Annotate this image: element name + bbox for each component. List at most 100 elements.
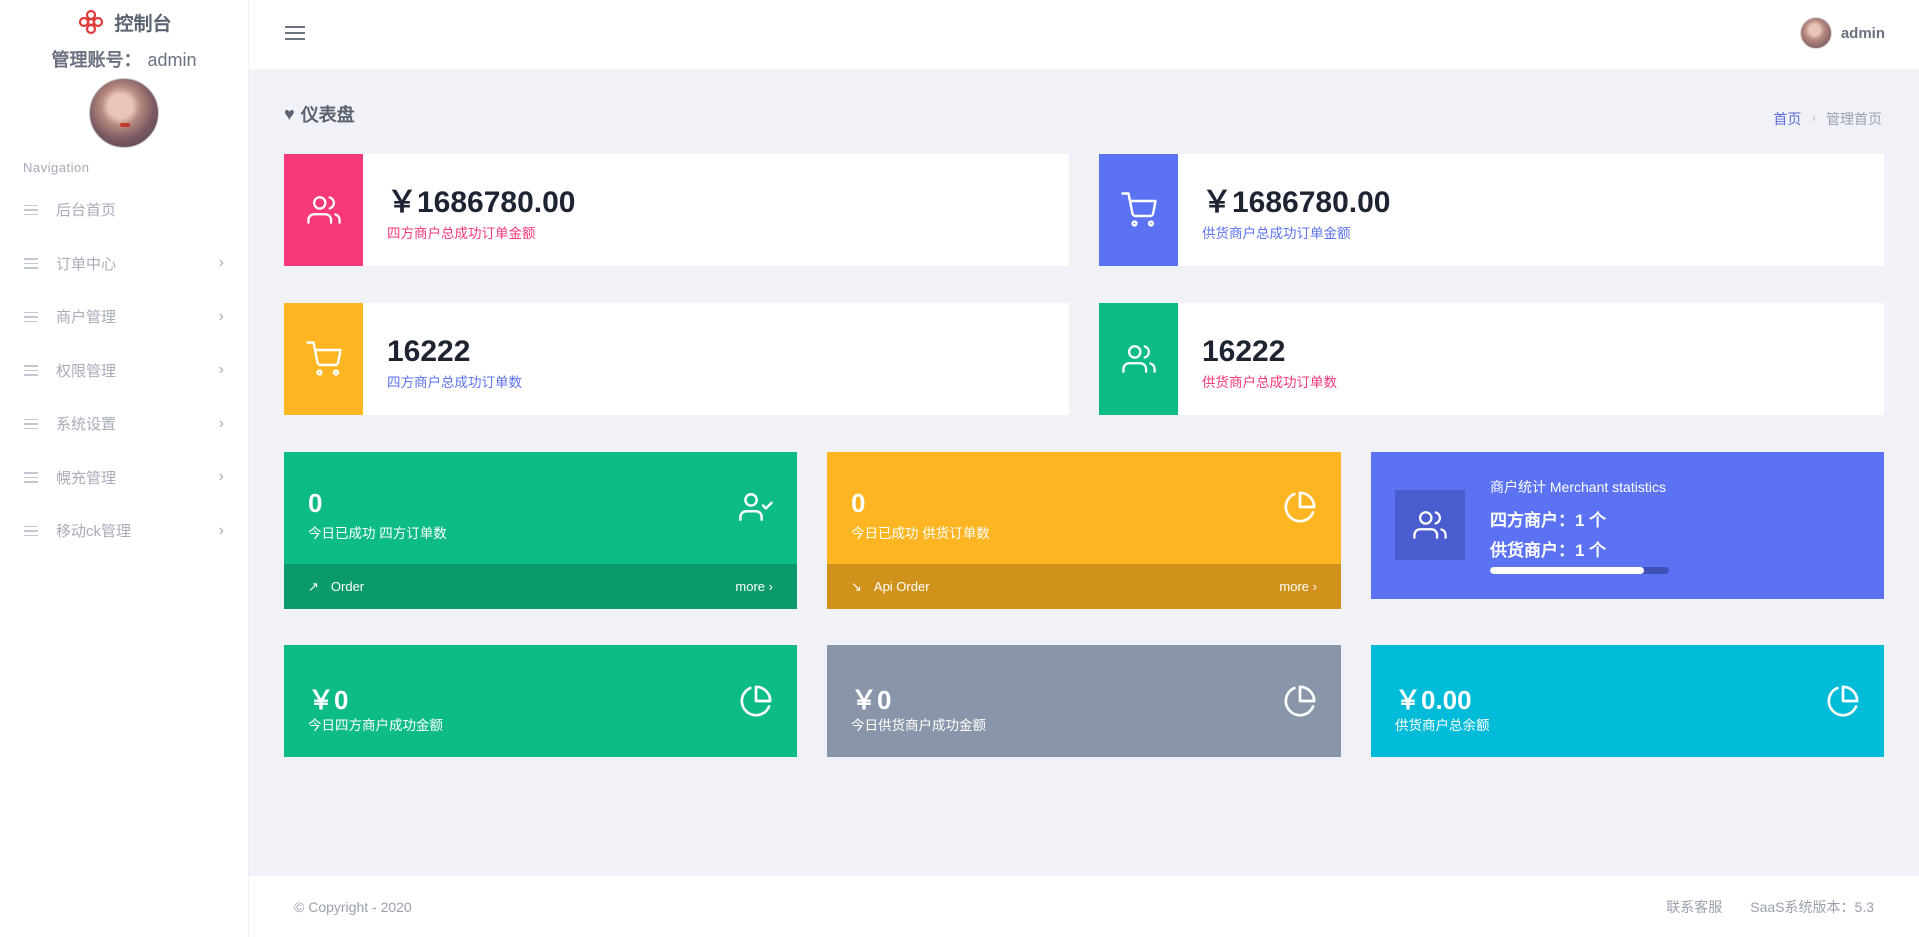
sidebar-item-merchants[interactable]: 商户管理 › [0, 290, 248, 344]
tile-today-supply-orders: 0 今日已成功 供货订单数 ↘ Api Order more › [827, 452, 1341, 609]
account-label: 管理账号： [51, 50, 142, 70]
tile-label: 今日供货商户成功金额 [851, 718, 986, 733]
pie-chart-icon [1284, 685, 1316, 717]
stat-value: 16222 [387, 335, 471, 368]
breadcrumb-separator: › [1811, 109, 1816, 125]
nav-heading: Navigation [23, 160, 90, 175]
account-info: 管理账号： admin [0, 46, 248, 72]
page-title: ♥ 仪表盘 [284, 101, 355, 127]
pie-chart-icon [740, 685, 772, 717]
pie-chart-icon [1284, 491, 1316, 523]
sidebar-item-label: 商户管理 [56, 309, 117, 327]
user-name: admin [1840, 24, 1885, 42]
tile-footer: ↘ Api Order more › [827, 564, 1341, 609]
tile-today-supply-amount: ￥0 今日供货商户成功金额 [827, 645, 1341, 757]
list-icon [24, 258, 38, 269]
chevron-right-icon: › [218, 307, 224, 325]
stat-label: 供货商户总成功订单数 [1202, 375, 1337, 390]
more-link[interactable]: more › [1279, 579, 1317, 594]
tile-supply-total-balance: ￥0.00 供货商户总余额 [1371, 645, 1884, 757]
tile-value: ￥0 [851, 685, 892, 715]
cart-icon [305, 341, 342, 376]
heart-icon: ♥ [284, 103, 295, 124]
users-icon [1121, 345, 1156, 373]
trend-down-icon: ↘ [851, 578, 862, 594]
chevron-right-icon: › [218, 254, 224, 272]
nav-menu: 后台首页 订单中心 › 商户管理 › 权限管理 › 系统设置 › 幌充管理 › [0, 183, 248, 558]
tile-value: ￥0 [308, 685, 349, 715]
contact-support-link[interactable]: 联系客服 [1666, 897, 1722, 917]
sidebar-item-mobile-ck[interactable]: 移动ck管理 › [0, 504, 248, 558]
more-link[interactable]: more › [735, 579, 773, 594]
stat-icon-box [284, 303, 363, 415]
sidebar-item-label: 订单中心 [56, 255, 117, 273]
pie-chart-icon [1827, 685, 1859, 717]
users-icon [306, 196, 341, 224]
chevron-right-icon: › [218, 521, 224, 539]
chevron-right-icon: › [218, 468, 224, 486]
version-info: SaaS系统版本：5.3 [1750, 898, 1874, 915]
tile-footer-label: Order [330, 579, 365, 594]
user-check-icon [739, 493, 773, 521]
users-icon [1413, 511, 1447, 539]
stat-value: 16222 [1202, 335, 1286, 368]
sidebar-item-label: 后台首页 [56, 202, 117, 220]
tile-value: ￥0.00 [1395, 685, 1472, 715]
tile-label: 今日已成功 供货订单数 [851, 526, 990, 541]
footer: © Copyright - 2020 联系客服 SaaS系统版本：5.3 [249, 876, 1919, 937]
merchant-heading: 商户统计 Merchant statistics [1490, 479, 1666, 495]
stat-label: 四方商户总成功订单金额 [387, 226, 536, 241]
stat-label: 四方商户总成功订单数 [387, 375, 522, 390]
breadcrumb: 首页 › 管理首页 [1773, 109, 1882, 129]
sidebar-item-orders[interactable]: 订单中心 › [0, 237, 248, 291]
merchant-sifang-count: 四方商户：1 个 [1490, 511, 1607, 530]
list-icon [24, 472, 38, 483]
list-icon [24, 418, 38, 429]
merchant-progress-fill [1490, 567, 1644, 574]
list-icon [24, 365, 38, 376]
merchant-icon-box [1395, 490, 1465, 560]
sidebar-item-home[interactable]: 后台首页 [0, 183, 248, 237]
sidebar-item-recharge[interactable]: 幌充管理 › [0, 451, 248, 505]
chevron-right-icon: › [218, 414, 224, 432]
chevron-right-icon: › [218, 361, 224, 379]
merchant-progress [1490, 567, 1669, 574]
stat-card-sifang-amount: ￥1686780.00 四方商户总成功订单金额 [284, 154, 1069, 266]
tile-today-sifang-orders: 0 今日已成功 四方订单数 ↗ Order more › [284, 452, 797, 609]
tile-value: 0 [851, 488, 866, 518]
brand[interactable]: 控制台 [0, 0, 248, 44]
breadcrumb-current: 管理首页 [1826, 111, 1882, 127]
tile-footer-label: Api Order [873, 579, 930, 594]
merchant-statistics-card: 商户统计 Merchant statistics 四方商户：1 个 供货商户：1… [1371, 452, 1884, 599]
stat-icon-box [1099, 154, 1178, 266]
breadcrumb-home[interactable]: 首页 [1773, 109, 1801, 129]
stat-card-supply-amount: ￥1686780.00 供货商户总成功订单金额 [1099, 154, 1884, 266]
topbar: admin [249, 0, 1919, 69]
account-value: admin [147, 50, 197, 70]
sidebar-item-label: 权限管理 [56, 362, 117, 380]
menu-toggle-icon[interactable] [285, 26, 305, 40]
sidebar-item-permissions[interactable]: 权限管理 › [0, 344, 248, 398]
user-avatar [1799, 17, 1832, 49]
tile-label: 今日已成功 四方订单数 [308, 526, 447, 541]
stat-card-sifang-count: 16222 四方商户总成功订单数 [284, 303, 1069, 415]
avatar[interactable] [89, 78, 159, 148]
stat-label: 供货商户总成功订单金额 [1202, 226, 1351, 241]
tile-value: 0 [308, 488, 323, 518]
list-icon [24, 525, 38, 536]
sidebar-item-settings[interactable]: 系统设置 › [0, 397, 248, 451]
brand-title: 控制台 [114, 13, 172, 35]
stat-card-supply-count: 16222 供货商户总成功订单数 [1099, 303, 1884, 415]
page-title-text: 仪表盘 [300, 105, 355, 125]
sidebar-item-label: 移动ck管理 [56, 523, 132, 541]
user-menu[interactable]: admin [1799, 17, 1885, 49]
sidebar-item-label: 幌充管理 [56, 469, 117, 487]
sidebar: 控制台 管理账号： admin Navigation 后台首页 订单中心 › 商户… [0, 0, 249, 937]
stat-icon-box [1099, 303, 1178, 415]
logo-icon [79, 9, 104, 35]
copyright: © Copyright - 2020 [294, 898, 412, 915]
stat-value: ￥1686780.00 [387, 186, 576, 219]
tile-footer: ↗ Order more › [284, 564, 797, 609]
cart-icon [1120, 192, 1157, 227]
merchant-supply-count: 供货商户：1 个 [1490, 541, 1607, 560]
